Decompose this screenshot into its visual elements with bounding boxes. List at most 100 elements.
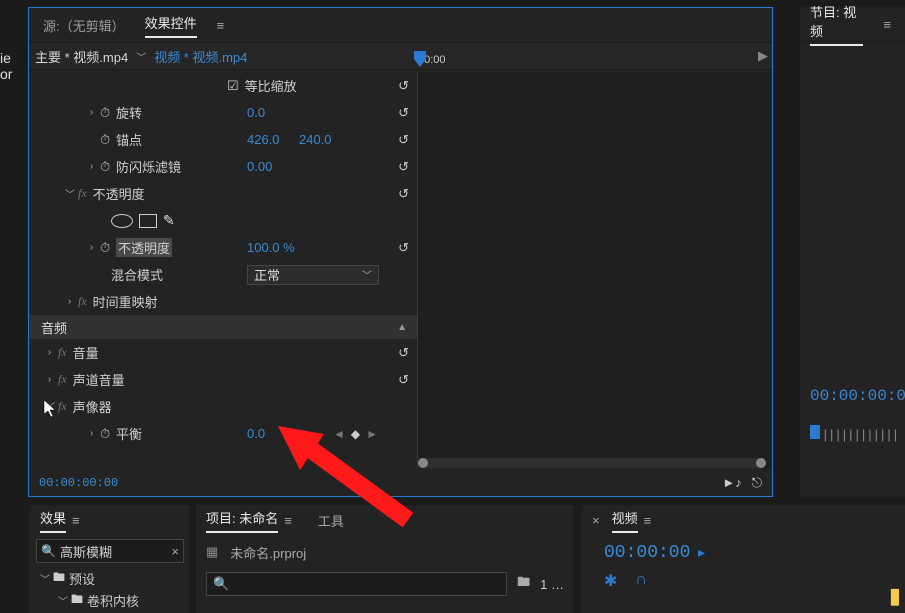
folder-icon: 🖿 — [71, 590, 83, 611]
anchor-x-value[interactable]: 426.0 — [247, 132, 280, 147]
tab-effects[interactable]: 效果 — [40, 508, 66, 533]
stopwatch-icon[interactable]: ⏱ — [100, 159, 116, 175]
opacity-label: 不透明度 — [116, 238, 172, 257]
next-keyframe-icon[interactable]: ► — [366, 427, 378, 441]
fx-badge-icon[interactable]: fx — [58, 345, 67, 360]
checkbox-aspect-lock[interactable]: ☑ — [227, 78, 239, 94]
twirl-icon[interactable]: › — [87, 161, 96, 172]
add-keyframe-icon[interactable]: ◆ — [351, 427, 360, 441]
collapse-icon[interactable]: ▲ — [397, 322, 407, 333]
clip-thumbnail-icon[interactable]: ▦ — [206, 544, 218, 560]
timeline-timecode[interactable]: 00:00:00 — [604, 543, 690, 563]
anchor-label: 锚点 — [116, 130, 142, 149]
fx-badge-icon[interactable]: fx — [58, 399, 67, 414]
effect-timeline[interactable] — [417, 72, 772, 468]
prev-keyframe-icon[interactable]: ◄ — [333, 427, 345, 441]
marker-icon[interactable]: ▮ — [889, 583, 901, 609]
tab-project[interactable]: 项目: 未命名 — [206, 508, 278, 533]
time-remap-label: 时间重映射 — [93, 292, 158, 311]
timeline-scrollbar[interactable] — [418, 458, 766, 468]
flicker-label: 防闪烁滤镜 — [116, 157, 181, 176]
twirl-icon[interactable]: › — [65, 296, 74, 307]
tab-tools[interactable]: 工具 — [318, 511, 344, 530]
reset-icon[interactable]: ↺ — [398, 372, 409, 388]
twirl-icon[interactable]: › — [45, 374, 54, 385]
program-timecode[interactable]: 00:00:00:00 — [810, 387, 905, 405]
anchor-y-value[interactable]: 240.0 — [299, 132, 332, 147]
tab-program[interactable]: 节目: 视频 — [810, 2, 863, 46]
twirl-open-icon[interactable]: ﹀ — [45, 399, 54, 414]
opacity-value[interactable]: 100.0 % — [247, 240, 295, 255]
reset-icon[interactable]: ↺ — [398, 78, 409, 94]
reset-icon[interactable]: ↺ — [398, 240, 409, 256]
panel-menu-icon[interactable]: ≡ — [284, 513, 292, 528]
playhead-icon[interactable] — [414, 51, 426, 69]
program-playhead-icon[interactable] — [810, 425, 820, 439]
chevron-down-icon: ﹀ — [362, 267, 372, 282]
twirl-icon[interactable]: › — [45, 347, 54, 358]
project-panel: 项目: 未命名 ≡ 工具 ▦ 未命名.prproj 🔍 🖿 1 … — [196, 505, 574, 613]
stopwatch-icon[interactable]: ⏱ — [100, 132, 116, 148]
effects-browser-panel: 效果 ≡ 🔍 高斯模糊 × ﹀ 🖿 预设 ﹀ 🖿 卷积内核 — [30, 505, 190, 613]
twirl-icon[interactable]: › — [87, 107, 96, 118]
twirl-open-icon[interactable]: ﹀ — [65, 186, 74, 201]
tab-sequence[interactable]: 视频 — [612, 508, 638, 533]
pen-mask-icon[interactable]: ✎ — [163, 212, 175, 229]
panel-menu-icon[interactable]: ≡ — [72, 513, 80, 528]
fx-badge-icon[interactable]: fx — [78, 186, 87, 201]
preset-folder[interactable]: ﹀ 🖿 预设 — [30, 567, 190, 589]
chevron-down-icon[interactable]: ﹀ — [136, 49, 146, 64]
rectangle-mask-icon[interactable] — [139, 214, 157, 228]
snap-icon[interactable]: ✱ — [604, 571, 617, 591]
stopwatch-icon[interactable]: ⏱ — [100, 105, 116, 121]
scroll-thumb-right[interactable] — [756, 458, 766, 468]
reset-icon[interactable]: ↺ — [398, 159, 409, 175]
twirl-icon[interactable]: › — [87, 242, 96, 253]
linked-selection-icon[interactable]: ∩ — [635, 571, 647, 591]
fx-badge-icon[interactable]: fx — [58, 372, 67, 387]
panel-menu-icon[interactable]: ≡ — [217, 18, 225, 33]
program-panel: 节目: 视频 ≡ 00:00:00:00 |||||||||||| — [800, 7, 905, 497]
preset-subfolder[interactable]: ﹀ 🖿 卷积内核 — [30, 589, 190, 611]
reset-icon[interactable]: ↺ — [398, 132, 409, 148]
sequence-clip-link[interactable]: 视频 * 视频.mp4 — [154, 47, 247, 66]
tab-effect-controls[interactable]: 效果控件 — [145, 13, 197, 38]
reset-icon[interactable]: ↺ — [398, 186, 409, 202]
cropped-text: or — [0, 66, 23, 82]
rotation-label: 旋转 — [116, 103, 142, 122]
playhead-marker-icon[interactable]: ▸ — [698, 544, 705, 560]
ellipse-mask-icon[interactable] — [111, 214, 133, 228]
stopwatch-icon[interactable]: ⏱ — [100, 426, 116, 442]
stopwatch-icon[interactable]: ⏱ — [100, 240, 116, 256]
fx-badge-icon[interactable]: fx — [78, 294, 87, 309]
export-frame-icon[interactable]: ⎋ — [752, 475, 762, 491]
play-audio-icon[interactable]: ►♪ — [722, 475, 741, 491]
master-clip-label[interactable]: 主要 * 视频.mp4 — [35, 47, 128, 66]
panel-menu-icon[interactable]: ≡ — [644, 513, 652, 528]
folder-icon: 🖿 — [53, 568, 65, 589]
search-icon: 🔍 — [41, 544, 56, 558]
project-filename: 未命名.prproj — [230, 543, 306, 562]
clear-search-icon[interactable]: × — [171, 544, 179, 559]
audio-section-header[interactable]: 音频 ▲ — [29, 315, 417, 339]
balance-value[interactable]: 0.0 — [247, 426, 265, 441]
rotation-value[interactable]: 0.0 — [247, 105, 265, 120]
effects-search-input[interactable]: 🔍 高斯模糊 × — [36, 539, 184, 563]
audio-section-label: 音频 — [41, 318, 67, 337]
bin-icon[interactable]: 🖿 — [517, 573, 530, 595]
close-icon[interactable]: × — [592, 513, 600, 528]
tab-source[interactable]: 源:（无剪辑） — [43, 16, 125, 35]
effect-controls-panel: 源:（无剪辑） 效果控件 ≡ 主要 * 视频.mp4 ﹀ 视频 * 视频.mp4… — [28, 7, 773, 497]
reset-icon[interactable]: ↺ — [398, 345, 409, 361]
current-timecode[interactable]: 00:00:00:00 — [39, 476, 118, 490]
project-search-input[interactable]: 🔍 — [206, 572, 507, 596]
flicker-value[interactable]: 0.00 — [247, 159, 272, 174]
blend-mode-select[interactable]: 正常 ﹀ — [247, 265, 379, 285]
volume-label: 音量 — [73, 343, 99, 362]
scroll-thumb-left[interactable] — [418, 458, 428, 468]
aspect-lock-label: 等比缩放 — [245, 76, 297, 95]
twirl-icon[interactable]: › — [87, 428, 96, 439]
balance-label: 平衡 — [116, 424, 142, 443]
panel-menu-icon[interactable]: ≡ — [883, 17, 891, 32]
reset-icon[interactable]: ↺ — [398, 105, 409, 121]
